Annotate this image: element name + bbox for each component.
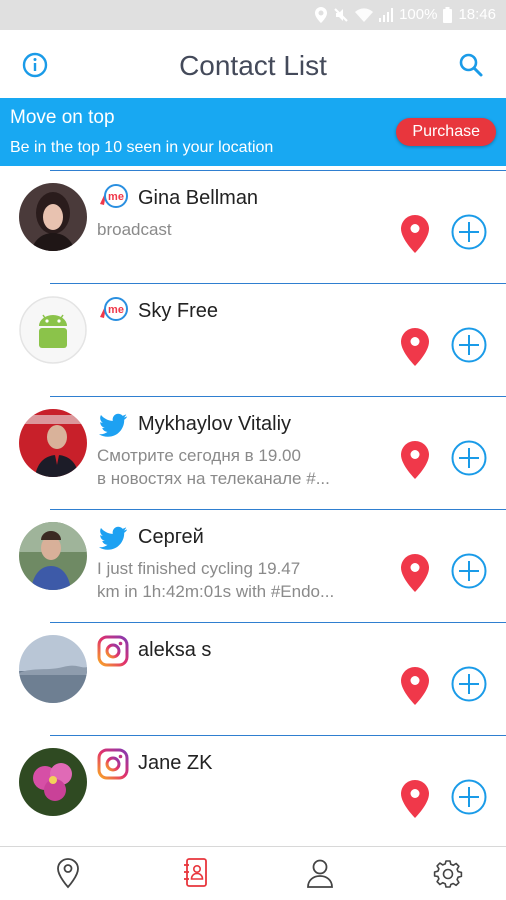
- signal-status-icon: [379, 7, 394, 22]
- plus-circle-icon: [451, 553, 487, 589]
- plus-circle-icon: [451, 214, 487, 250]
- location-status-icon: [315, 6, 328, 23]
- location-pin-button[interactable]: [401, 780, 429, 818]
- location-pin-button[interactable]: [401, 554, 429, 592]
- contact-status: Смотрите сегодня в 19.00 в новостях на т…: [97, 446, 330, 488]
- twitter-icon: [97, 522, 129, 554]
- map-pin-icon: [401, 780, 429, 818]
- contact-row[interactable]: Mykhaylov Vitaliy Смотрите сегодня в 19.…: [0, 396, 506, 509]
- row-divider: [50, 509, 506, 510]
- contact-name: aleksa s: [138, 639, 212, 661]
- mute-status-icon: [334, 7, 348, 22]
- instagram-icon: [97, 635, 129, 667]
- row-divider: [50, 396, 506, 397]
- battery-icon: [443, 6, 453, 23]
- plus-circle-icon: [451, 440, 487, 476]
- row-divider: [50, 735, 506, 736]
- avatar[interactable]: [19, 183, 87, 251]
- profile-icon: [307, 859, 333, 888]
- avatar[interactable]: [19, 409, 87, 477]
- contact-status: broadcast: [97, 220, 172, 239]
- status-icons: 100% 18:46: [315, 6, 496, 23]
- wifi-status-icon: [355, 7, 374, 22]
- add-contact-button[interactable]: [451, 327, 487, 363]
- me-icon: me: [97, 183, 129, 215]
- add-contact-button[interactable]: [451, 666, 487, 702]
- contact-list: me Gina Bellman broadcast me Sky Free My…: [0, 170, 506, 846]
- contact-name: Sky Free: [138, 300, 219, 322]
- location-pin-button[interactable]: [401, 667, 429, 705]
- add-contact-button[interactable]: [451, 553, 487, 589]
- contact-row[interactable]: Сергей I just finished cycling 19.47 km …: [0, 509, 506, 622]
- location-pin-button[interactable]: [401, 441, 429, 479]
- plus-circle-icon: [451, 327, 487, 363]
- promo-banner: Move on top Be in the top 10 seen in you…: [0, 98, 506, 166]
- map-pin-icon: [401, 328, 429, 366]
- me-icon: me: [97, 296, 129, 328]
- settings-icon: [433, 860, 463, 888]
- svg-text:me: me: [108, 191, 124, 203]
- avatar[interactable]: [19, 522, 87, 590]
- add-contact-button[interactable]: [451, 214, 487, 250]
- plus-circle-icon: [451, 779, 487, 815]
- avatar-photo: [19, 183, 87, 251]
- bottom-nav: [0, 846, 506, 900]
- twitter-icon: [97, 409, 129, 441]
- android-avatar: [19, 296, 87, 364]
- promo-title: Move on top: [10, 107, 115, 128]
- add-contact-button[interactable]: [451, 440, 487, 476]
- contact-row[interactable]: aleksa s: [0, 622, 506, 735]
- map-pin-icon: [401, 441, 429, 479]
- page-title: Contact List: [179, 50, 327, 81]
- avatar[interactable]: [19, 748, 87, 816]
- search-icon: [459, 53, 483, 77]
- contact-name: Jane ZK: [138, 752, 213, 774]
- nav-contacts-button[interactable]: [181, 857, 211, 889]
- row-divider: [50, 283, 506, 284]
- location-pin-button[interactable]: [401, 328, 429, 366]
- avatar-photo: [19, 409, 87, 477]
- add-contact-button[interactable]: [451, 779, 487, 815]
- contacts-book-icon: [184, 858, 207, 887]
- search-button[interactable]: [458, 52, 484, 78]
- battery-percent: 100%: [399, 6, 438, 23]
- status-bar: 100% 18:46: [0, 0, 506, 30]
- map-pin-icon: [401, 667, 429, 705]
- avatar-photo: [19, 522, 87, 590]
- contact-status: I just finished cycling 19.47 km in 1h:4…: [97, 559, 335, 601]
- svg-text:me: me: [108, 304, 124, 316]
- nav-profile-button[interactable]: [305, 857, 335, 889]
- contact-name: Сергей: [138, 526, 204, 548]
- avatar[interactable]: [19, 296, 87, 364]
- row-divider: [50, 170, 506, 171]
- avatar-photo: [19, 635, 87, 703]
- location-pin-button[interactable]: [401, 215, 429, 253]
- purchase-button[interactable]: Purchase: [396, 118, 496, 146]
- map-pin-outline-icon: [57, 858, 79, 889]
- nav-settings-button[interactable]: [433, 857, 463, 889]
- app-header: Contact List: [0, 30, 506, 98]
- contact-row[interactable]: me Sky Free: [0, 283, 506, 396]
- promo-subtitle: Be in the top 10 seen in your location: [10, 139, 274, 156]
- row-divider: [50, 622, 506, 623]
- contact-row[interactable]: Jane ZK: [0, 735, 506, 846]
- nav-map-button[interactable]: [53, 857, 83, 889]
- map-pin-icon: [401, 215, 429, 253]
- contact-name: Mykhaylov Vitaliy: [138, 413, 292, 435]
- avatar-photo: [19, 748, 87, 816]
- instagram-icon: [97, 748, 129, 780]
- contact-row[interactable]: me Gina Bellman broadcast: [0, 170, 506, 283]
- plus-circle-icon: [451, 666, 487, 702]
- clock: 18:46: [458, 6, 496, 23]
- avatar[interactable]: [19, 635, 87, 703]
- contact-name: Gina Bellman: [138, 187, 259, 209]
- map-pin-icon: [401, 554, 429, 592]
